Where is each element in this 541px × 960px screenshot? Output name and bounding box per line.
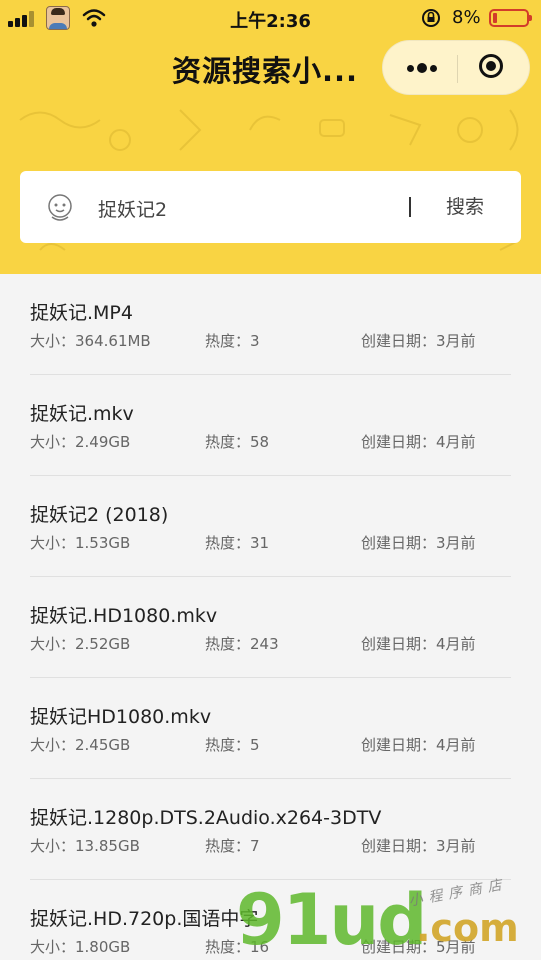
list-item[interactable]: 捉妖记HD1080.mkv 大小：2.45GB 热度：5 创建日期：4月前: [30, 678, 511, 779]
result-heat: 热度：243: [205, 635, 279, 653]
watermark: 91ud .com 小程序商店: [236, 876, 536, 960]
menu-capsule: [382, 40, 530, 95]
result-size: 大小：364.61MB: [30, 332, 151, 350]
result-title: 捉妖记HD1080.mkv: [30, 706, 212, 728]
list-item[interactable]: 捉妖记.MP4 大小：364.61MB 热度：3 创建日期：3月前: [30, 274, 511, 375]
result-date: 创建日期：4月前: [361, 736, 476, 754]
more-dots-icon[interactable]: [383, 41, 457, 96]
result-heat: 热度：3: [205, 332, 260, 350]
result-date: 创建日期：3月前: [361, 534, 476, 552]
battery-percent: 8%: [452, 7, 481, 28]
search-button[interactable]: 搜索: [436, 171, 521, 243]
page-title: 资源搜索小...: [172, 54, 359, 88]
result-heat: 热度：5: [205, 736, 260, 754]
result-date: 创建日期：3月前: [361, 332, 476, 350]
search-bar: 捉妖记2 搜索: [20, 171, 521, 243]
list-item[interactable]: 捉妖记2 (2018) 大小：1.53GB 热度：31 创建日期：3月前: [30, 476, 511, 577]
rotation-lock-icon: [422, 9, 440, 27]
result-date: 创建日期：4月前: [361, 433, 476, 451]
watermark-suffix: .com: [416, 906, 519, 950]
result-size: 大小：2.52GB: [30, 635, 131, 653]
results-list: 捉妖记.MP4 大小：364.61MB 热度：3 创建日期：3月前 捉妖记.mk…: [0, 274, 541, 960]
list-item[interactable]: 捉妖记.HD1080.mkv 大小：2.52GB 热度：243 创建日期：4月前: [30, 577, 511, 678]
search-input[interactable]: 捉妖记2: [98, 195, 167, 222]
watermark-logo: 91ud: [236, 879, 427, 960]
result-title: 捉妖记.HD1080.mkv: [30, 605, 218, 627]
list-item[interactable]: 捉妖记.mkv 大小：2.49GB 热度：58 创建日期：4月前: [30, 375, 511, 476]
face-icon: [48, 194, 72, 221]
result-date: 创建日期：3月前: [361, 837, 476, 855]
result-title: 捉妖记2 (2018): [30, 504, 169, 526]
status-bar: 上午2:36 8%: [0, 0, 541, 36]
result-heat: 热度：31: [205, 534, 270, 552]
result-size: 大小：1.53GB: [30, 534, 131, 552]
battery-icon: [489, 9, 532, 27]
result-size: 大小：2.49GB: [30, 433, 131, 451]
result-title: 捉妖记.1280p.DTS.2Audio.x264-3DTV: [30, 807, 382, 829]
target-close-icon[interactable]: [457, 41, 531, 96]
result-title: 捉妖记.MP4: [30, 302, 133, 324]
list-item[interactable]: 捉妖记.1280p.DTS.2Audio.x264-3DTV 大小：13.85G…: [30, 779, 511, 880]
result-title: 捉妖记.HD.720p.国语中字: [30, 908, 259, 930]
result-title: 捉妖记.mkv: [30, 403, 134, 425]
result-heat: 热度：58: [205, 433, 270, 451]
search-divider: [409, 197, 411, 217]
result-heat: 热度：7: [205, 837, 260, 855]
battery-fill: [493, 13, 497, 23]
result-size: 大小：13.85GB: [30, 837, 140, 855]
result-date: 创建日期：4月前: [361, 635, 476, 653]
result-size: 大小：1.80GB: [30, 938, 131, 956]
result-size: 大小：2.45GB: [30, 736, 131, 754]
header: 上午2:36 8% 资源搜索小... 捉妖记2 搜索: [0, 0, 541, 274]
